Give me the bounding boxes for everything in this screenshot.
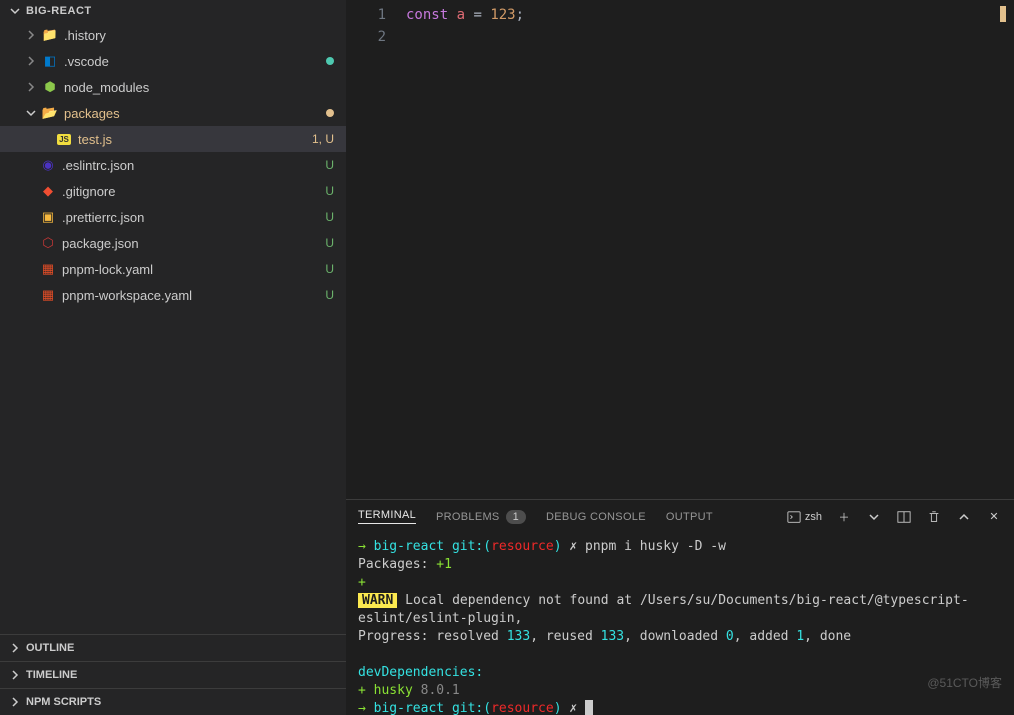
folder-history[interactable]: 📁 .history (0, 22, 346, 48)
yaml-icon: ▦ (40, 261, 56, 277)
git-status: U (325, 158, 334, 172)
file-label: .vscode (64, 54, 326, 69)
line-gutter: 1 2 (346, 4, 406, 499)
trash-icon[interactable] (926, 509, 942, 525)
close-icon[interactable]: ✕ (986, 509, 1002, 525)
vscode-icon: ◧ (42, 53, 58, 69)
folder-icon: 📁 (42, 27, 58, 43)
file-eslintrc[interactable]: ◉ .eslintrc.json U (0, 152, 346, 178)
git-status: U (325, 184, 334, 198)
scrollbar-marker (1000, 6, 1006, 22)
file-label: .eslintrc.json (62, 158, 325, 173)
chevron-down-icon (8, 4, 22, 18)
chevron-right-icon (8, 641, 22, 655)
terminal-tabs: TERMINAL PROBLEMS 1 DEBUG CONSOLE OUTPUT… (346, 500, 1014, 534)
chevron-right-icon (8, 668, 22, 682)
file-tree: 📁 .history ◧ .vscode ⬢ node_modules 📂 pa… (0, 22, 346, 634)
section-npm-scripts[interactable]: NPM SCRIPTS (0, 688, 346, 715)
section-outline[interactable]: OUTLINE (0, 634, 346, 661)
line-number: 2 (346, 26, 386, 48)
code-line (406, 26, 1014, 48)
tab-output[interactable]: OUTPUT (666, 511, 713, 523)
file-prettierrc[interactable]: ▣ .prettierrc.json U (0, 204, 346, 230)
main-area: 1 2 const a = 123; TERMINAL PROBLEMS 1 D… (346, 0, 1014, 715)
git-status: U (325, 288, 334, 302)
git-status: U (325, 236, 334, 250)
js-icon: JS (56, 131, 72, 147)
prettier-icon: ▣ (40, 209, 56, 225)
file-label: test.js (78, 132, 312, 147)
section-label: TIMELINE (26, 669, 77, 681)
file-label: .prettierrc.json (62, 210, 325, 225)
folder-packages[interactable]: 📂 packages (0, 100, 346, 126)
folder-node-modules[interactable]: ⬢ node_modules (0, 74, 346, 100)
file-test-js[interactable]: JS test.js 1, U (0, 126, 346, 152)
problems-badge: 1 (506, 510, 526, 524)
terminal-actions: zsh ＋ ✕ (787, 509, 1002, 525)
file-pnpm-workspace[interactable]: ▦ pnpm-workspace.yaml U (0, 282, 346, 308)
yaml-icon: ▦ (40, 287, 56, 303)
sidebar: BIG-REACT 📁 .history ◧ .vscode ⬢ node_mo… (0, 0, 346, 715)
file-label: .gitignore (62, 184, 325, 199)
code-area[interactable]: const a = 123; (406, 4, 1014, 499)
node-icon: ⬢ (42, 79, 58, 95)
tab-problems[interactable]: PROBLEMS 1 (436, 510, 526, 524)
terminal-output[interactable]: → big-react git:(resource) ✗ pnpm i husk… (346, 534, 1014, 715)
folder-vscode[interactable]: ◧ .vscode (0, 48, 346, 74)
section-label: NPM SCRIPTS (26, 696, 101, 708)
file-gitignore[interactable]: ◆ .gitignore U (0, 178, 346, 204)
split-terminal-icon[interactable] (896, 509, 912, 525)
section-label: OUTLINE (26, 642, 74, 654)
tab-terminal[interactable]: TERMINAL (358, 509, 416, 524)
chevron-right-icon (24, 28, 38, 42)
file-label: node_modules (64, 80, 334, 95)
status-dot (326, 109, 334, 117)
folder-open-icon: 📂 (42, 105, 58, 121)
explorer-header[interactable]: BIG-REACT (0, 0, 346, 22)
file-label: pnpm-workspace.yaml (62, 288, 325, 303)
status-dot (326, 57, 334, 65)
watermark: @51CTO博客 (927, 674, 1002, 691)
file-label: package.json (62, 236, 325, 251)
file-label: .history (64, 28, 334, 43)
line-number: 1 (346, 4, 386, 26)
chevron-right-icon (24, 80, 38, 94)
chevron-right-icon (24, 54, 38, 68)
chevron-right-icon (8, 695, 22, 709)
git-status: U (325, 262, 334, 276)
npm-icon: ⬡ (40, 235, 56, 251)
explorer-title: BIG-REACT (26, 5, 92, 17)
git-status: U (325, 210, 334, 224)
new-terminal-icon[interactable]: ＋ (836, 509, 852, 525)
section-timeline[interactable]: TIMELINE (0, 661, 346, 688)
chevron-up-icon[interactable] (956, 509, 972, 525)
dropdown-icon[interactable] (866, 509, 882, 525)
git-status: 1, U (312, 132, 334, 146)
chevron-down-icon (24, 106, 38, 120)
tab-debug-console[interactable]: DEBUG CONSOLE (546, 511, 646, 523)
file-package-json[interactable]: ⬡ package.json U (0, 230, 346, 256)
eslint-icon: ◉ (40, 157, 56, 173)
tab-label: PROBLEMS (436, 511, 500, 523)
shell-name: zsh (805, 511, 822, 523)
shell-selector[interactable]: zsh (787, 509, 822, 525)
file-label: pnpm-lock.yaml (62, 262, 325, 277)
git-icon: ◆ (40, 183, 56, 199)
file-label: packages (64, 106, 326, 121)
code-line: const a = 123; (406, 4, 1014, 26)
editor[interactable]: 1 2 const a = 123; (346, 0, 1014, 499)
file-pnpm-lock[interactable]: ▦ pnpm-lock.yaml U (0, 256, 346, 282)
terminal-panel: TERMINAL PROBLEMS 1 DEBUG CONSOLE OUTPUT… (346, 499, 1014, 715)
